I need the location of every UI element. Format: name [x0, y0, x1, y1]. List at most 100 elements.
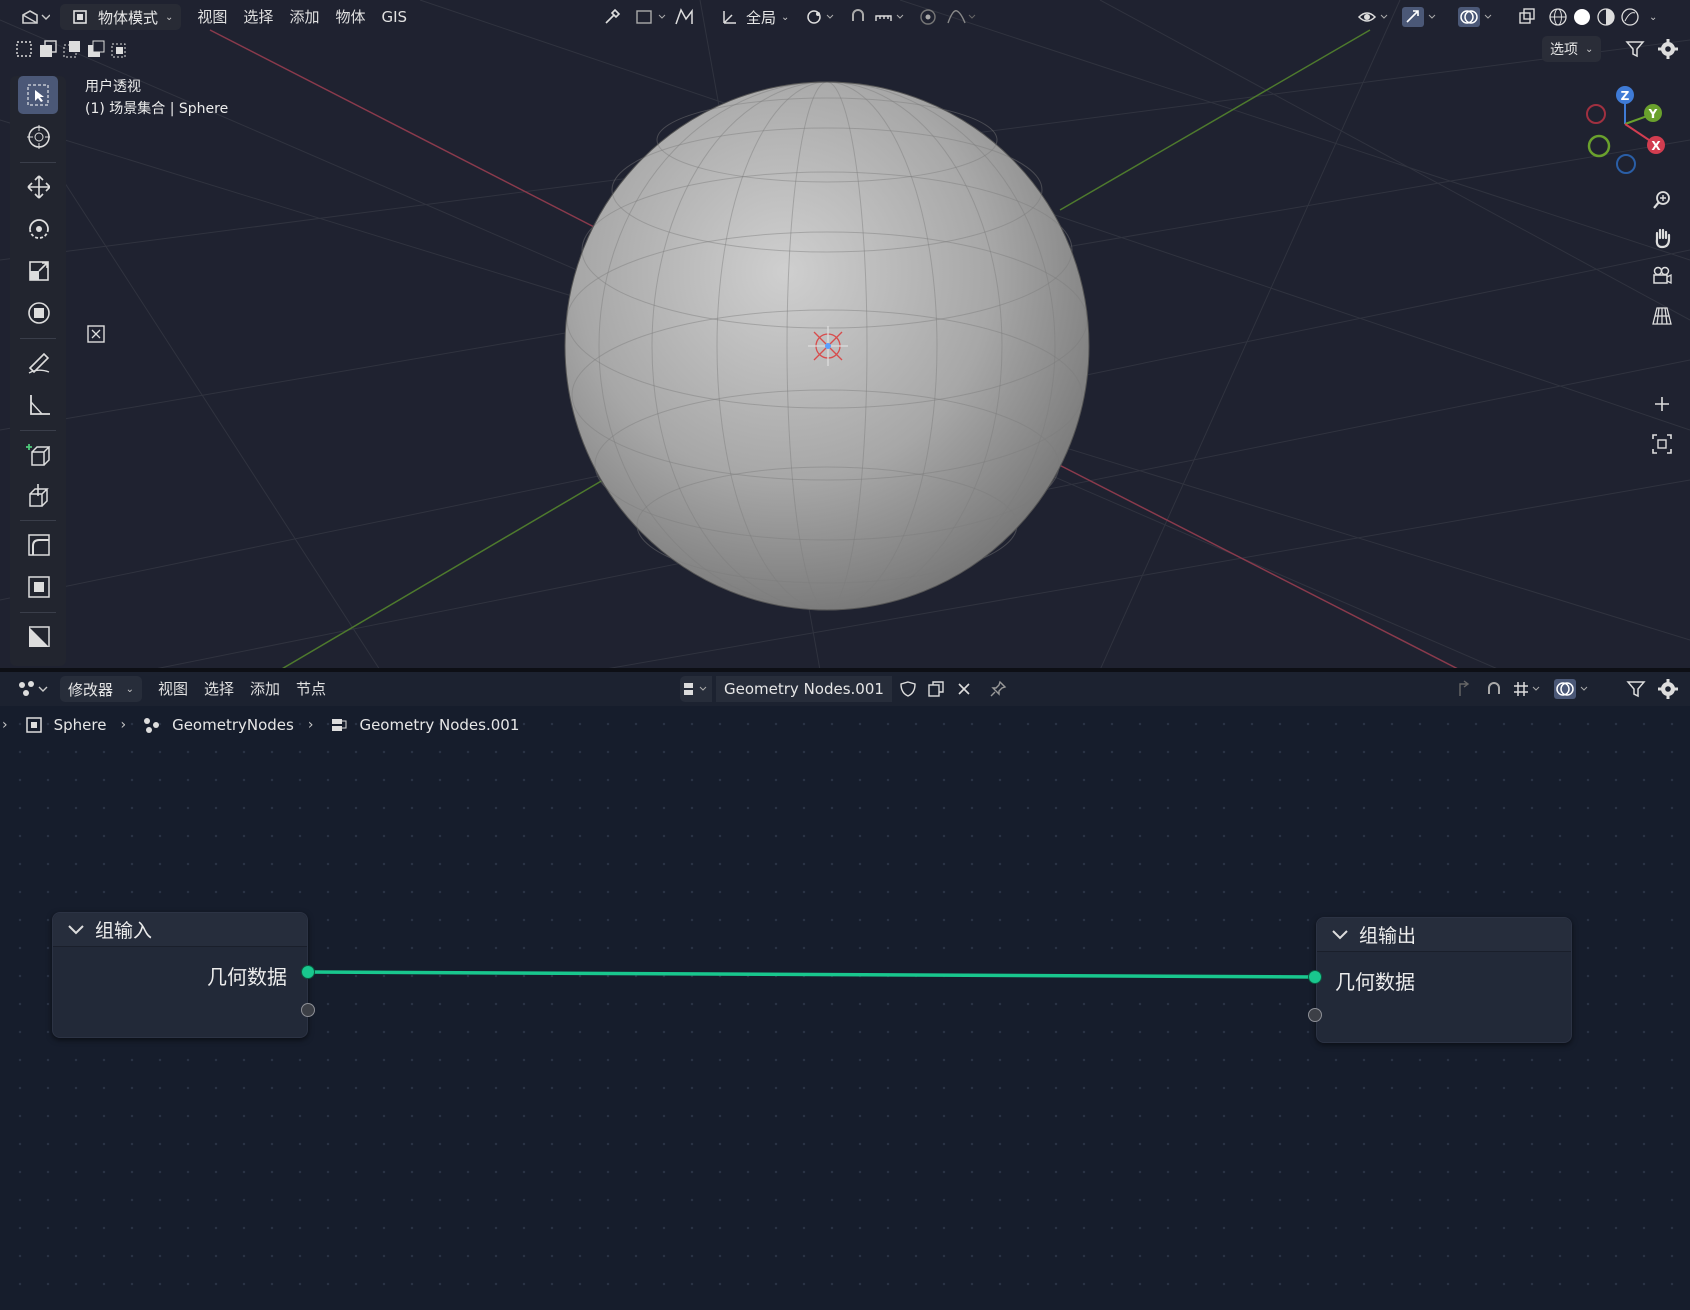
filter-icon[interactable]: [1624, 677, 1648, 701]
menu-gis[interactable]: GIS: [373, 4, 415, 30]
duplicate-icon[interactable]: [924, 677, 948, 701]
snap-increment-icon[interactable]: [872, 5, 908, 29]
close-icon[interactable]: [952, 677, 976, 701]
tool-inset[interactable]: [18, 568, 58, 606]
visibility-eye-icon[interactable]: [1356, 5, 1392, 29]
selection-mode-icon[interactable]: [634, 5, 670, 29]
transform-orientation-label: 全局: [746, 8, 777, 27]
frame-selected-button[interactable]: [1646, 428, 1678, 460]
gizmo-neg-z[interactable]: [1616, 154, 1636, 174]
viewport-canvas[interactable]: [0, 0, 1690, 670]
zoom-view-button[interactable]: [1646, 184, 1678, 216]
menu-view[interactable]: 视图: [150, 676, 196, 702]
menu-select[interactable]: 选择: [196, 676, 242, 702]
tool-scale[interactable]: [18, 252, 58, 290]
options-dropdown[interactable]: 选项 ⌄: [1542, 36, 1602, 62]
node-editor-type-icon[interactable]: [16, 677, 52, 701]
menu-view[interactable]: 视图: [189, 4, 235, 30]
select-subtract-icon[interactable]: [60, 37, 84, 61]
mode-label: 物体模式: [98, 8, 159, 27]
mode-selector[interactable]: 物体模式 ⌄: [60, 4, 182, 30]
select-extend-icon[interactable]: [36, 37, 60, 61]
select-box-new-icon[interactable]: [12, 37, 36, 61]
node-tree-browse-icon[interactable]: [680, 676, 712, 702]
shading-popover-icon[interactable]: [84, 322, 108, 346]
grid-perspective-icon: [1650, 304, 1674, 328]
perspective-toggle-button[interactable]: [1646, 300, 1678, 332]
shading-wireframe-icon[interactable]: [1546, 5, 1570, 29]
select-invert-icon[interactable]: [84, 37, 108, 61]
pan-view-button[interactable]: [1646, 222, 1678, 254]
tool-knife[interactable]: [18, 618, 58, 656]
pin-icon[interactable]: [986, 677, 1010, 701]
add-button[interactable]: [1646, 388, 1678, 420]
menu-select[interactable]: 选择: [235, 4, 281, 30]
camera-view-button[interactable]: [1646, 260, 1678, 292]
tool-select-box[interactable]: [18, 76, 58, 114]
geometry-output-socket[interactable]: [301, 965, 315, 979]
gear-icon[interactable]: [1656, 37, 1680, 61]
empty-output-socket[interactable]: [301, 1003, 315, 1017]
tool-extrude[interactable]: [18, 476, 58, 514]
node-header[interactable]: 组输出: [1317, 918, 1571, 952]
gear-icon[interactable]: [1656, 677, 1680, 701]
geometry-link[interactable]: [307, 970, 1316, 979]
socket-label: 几何数据: [1335, 970, 1415, 994]
geometry-input-socket[interactable]: [1308, 970, 1322, 984]
editor-context-dropdown[interactable]: 修改器 ⌄: [60, 676, 142, 702]
fake-user-shield-icon[interactable]: [896, 677, 920, 701]
shading-solid-icon[interactable]: [1570, 5, 1594, 29]
node-header[interactable]: 组输入: [53, 913, 307, 947]
overlays-toggle-icon[interactable]: [1552, 677, 1594, 701]
3d-viewport[interactable]: 物体模式 ⌄ 视图 选择 添加 物体 GIS 全局 ⌄ ⌄ 选项 ⌄ 用户透视 …: [0, 0, 1690, 670]
tool-add-cube[interactable]: [18, 436, 58, 474]
breadcrumb-object[interactable]: Sphere: [16, 713, 113, 737]
parent-node-tree-icon[interactable]: [1452, 677, 1476, 701]
shading-material-icon[interactable]: [1594, 5, 1618, 29]
chevron-down-icon[interactable]: ⌄: [1649, 12, 1657, 23]
breadcrumb-node-group[interactable]: Geometry Nodes.001: [321, 713, 525, 737]
snap-magnet-icon[interactable]: [1482, 677, 1506, 701]
chevron-down-icon[interactable]: [1331, 924, 1349, 946]
filter-icon[interactable]: [1623, 37, 1647, 61]
chevron-down-icon: ⌄: [1585, 43, 1594, 55]
tool-transform[interactable]: [18, 294, 58, 332]
breadcrumb-modifier[interactable]: GeometryNodes: [134, 713, 300, 737]
snap-mesh-icon[interactable]: [672, 5, 696, 29]
tool-measure[interactable]: [18, 386, 58, 424]
chevron-down-icon[interactable]: [67, 919, 85, 941]
empty-input-socket[interactable]: [1308, 1008, 1322, 1022]
transform-orientation-dropdown[interactable]: 全局 ⌄: [718, 5, 789, 29]
menu-object[interactable]: 物体: [327, 4, 373, 30]
overlays-toggle-icon[interactable]: [1456, 5, 1498, 29]
gizmo-neg-x[interactable]: [1586, 104, 1606, 124]
tool-rotate[interactable]: [18, 210, 58, 248]
tool-cursor[interactable]: [18, 118, 58, 156]
tool-separator: [20, 162, 56, 163]
node-editor[interactable]: 修改器 ⌄ 视图 选择 添加 节点 Geometry Nodes.001 › S…: [0, 672, 1690, 1310]
geometry-nodes-modifier-icon: [140, 713, 164, 737]
proportional-edit-icon[interactable]: [916, 5, 940, 29]
menu-add[interactable]: 添加: [281, 4, 327, 30]
xray-toggle-icon[interactable]: [1515, 5, 1539, 29]
node-group-name-field[interactable]: Geometry Nodes.001: [716, 676, 892, 702]
menu-node[interactable]: 节点: [288, 676, 334, 702]
navigation-gizmo[interactable]: Z Y X: [1575, 80, 1675, 180]
tool-annotate[interactable]: [18, 344, 58, 382]
gizmo-neg-y[interactable]: [1587, 134, 1611, 158]
snap-magnet-icon[interactable]: [846, 5, 870, 29]
falloff-curve-icon[interactable]: [944, 5, 980, 29]
pivot-point-icon[interactable]: [804, 5, 838, 29]
snap-grid-icon[interactable]: [1510, 677, 1546, 701]
tool-bevel[interactable]: [18, 526, 58, 564]
options-label: 选项: [1550, 42, 1578, 58]
group-output-node[interactable]: 组输出 几何数据: [1316, 917, 1572, 1043]
menu-add[interactable]: 添加: [242, 676, 288, 702]
editor-type-icon[interactable]: [18, 5, 52, 29]
gizmo-toggle-icon[interactable]: [1400, 5, 1442, 29]
select-intersect-icon[interactable]: [108, 37, 132, 61]
group-input-node[interactable]: 组输入 几何数据: [52, 912, 308, 1038]
tool-move[interactable]: [18, 168, 58, 206]
eyedropper-icon[interactable]: [600, 5, 624, 29]
shading-rendered-icon[interactable]: [1618, 5, 1642, 29]
